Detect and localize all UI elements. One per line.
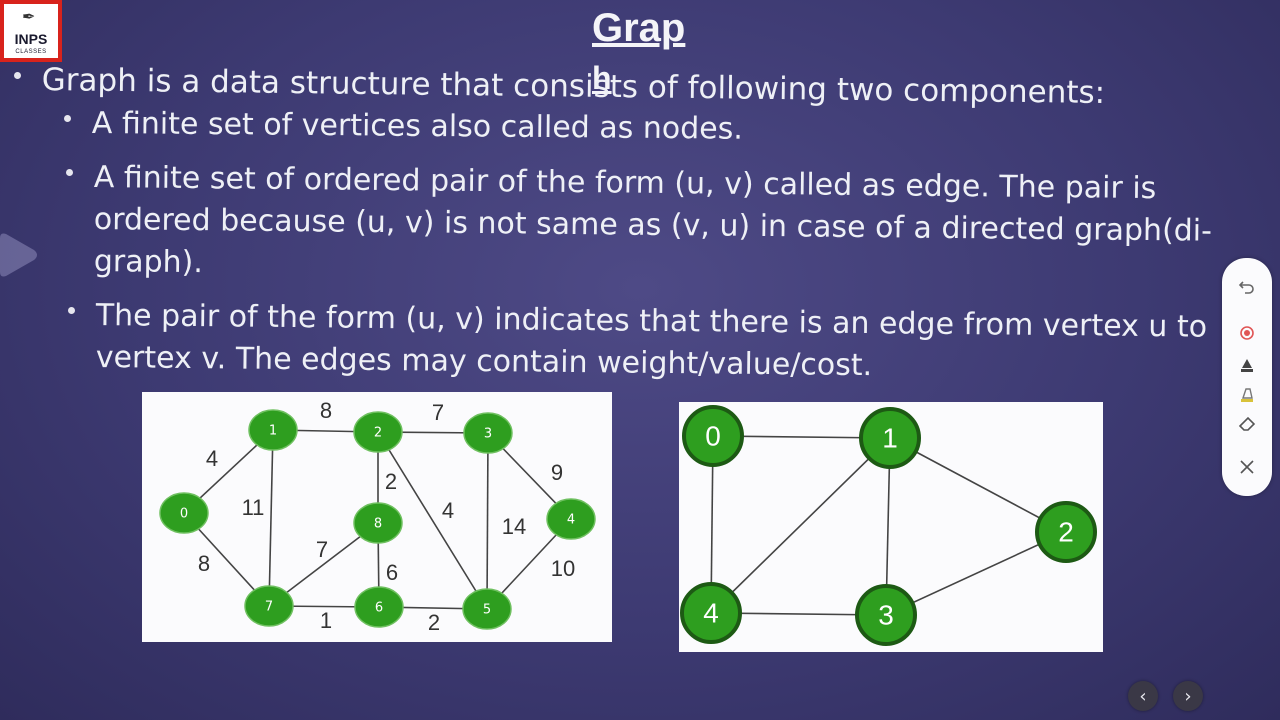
edge-weight-label: 6	[386, 560, 398, 585]
inps-logo: ✒ INPS CLASSES	[0, 0, 62, 62]
next-slide-button[interactable]: ›	[1173, 681, 1203, 711]
logo-subtitle: CLASSES	[15, 49, 47, 55]
sub-bullet-dot	[68, 307, 75, 314]
logo-panel: ✒ INPS CLASSES	[4, 4, 58, 58]
edge-weight-label: 7	[316, 537, 328, 562]
sub-bullet-dot	[66, 169, 73, 176]
bullet-text-graph-definition: Graph is a data structure that consists …	[41, 62, 1106, 111]
undo-icon[interactable]	[1232, 272, 1262, 302]
record-icon[interactable]	[1232, 318, 1262, 348]
graph-node-label: 0	[705, 420, 721, 451]
sub-bullet-dot	[64, 115, 71, 122]
close-icon[interactable]	[1232, 452, 1262, 482]
sub-bullet-text-weights-line2: vertex v. The edges may contain weight/v…	[95, 340, 873, 384]
edge-weight-label: 4	[442, 498, 454, 523]
annotation-toolbar	[1222, 258, 1272, 496]
edge-weight-label: 14	[502, 514, 526, 539]
graph-node-label: 2	[1058, 516, 1074, 547]
bullet-dot	[14, 72, 21, 79]
highlighter-icon[interactable]	[1232, 380, 1262, 410]
previous-slide-button[interactable]: ‹	[1128, 681, 1158, 711]
graph-node-label: 3	[878, 599, 894, 630]
graph-edge-1-4	[710, 437, 891, 614]
sub-bullet-text-edges-line1: A finite set of ordered pair of the form…	[93, 160, 1157, 207]
edge-weight-label: 11	[242, 495, 265, 520]
graph-node-label: 2	[374, 426, 382, 441]
graph-node-label: 4	[567, 513, 575, 528]
weighted-graph-svg: 4 8 7 9 8 11 2 4 14 10 7 6 1 2 0 1 2 3 4 5 6 7 8	[159, 398, 596, 635]
graph-edge-3-5	[486, 432, 489, 610]
edge-weight-label: 8	[320, 398, 332, 423]
weighted-graph-figure: 4 8 7 9 8 11 2 4 14 10 7 6 1 2 0 1 2 3 4 5 6 7 8	[142, 392, 612, 642]
edge-weight-label: 2	[385, 469, 397, 494]
graph-node-label: 5	[483, 603, 491, 618]
slide-title: Grap	[592, 6, 686, 50]
sub-bullet-text-edges-line3: graph).	[93, 244, 204, 281]
edge-weight-label: 9	[551, 460, 563, 485]
pen-nib-icon: ✒	[22, 7, 36, 26]
logo-name: INPS	[14, 31, 48, 47]
graph-node-label: 7	[265, 600, 273, 615]
pen-icon[interactable]	[1232, 350, 1262, 380]
graph-node-label: 8	[374, 517, 382, 532]
edge-weight-label: 8	[198, 551, 210, 576]
sub-bullet-text-weights-line1: The pair of the form (u, v) indicates th…	[95, 298, 1208, 345]
graph-edge-1-7	[268, 429, 274, 607]
eraser-icon[interactable]	[1232, 408, 1262, 438]
edge-weight-label: 7	[432, 400, 444, 425]
edge-weight-label: 10	[551, 556, 575, 581]
graph-node-label: 1	[882, 422, 898, 453]
play-icon[interactable]	[0, 232, 40, 278]
sub-bullet-text-edges-line2: ordered because (u, v) is not same as (v…	[93, 202, 1213, 249]
graph-node-label: 1	[269, 424, 277, 439]
unweighted-graph-figure: 0 1 2 3 4	[679, 402, 1103, 652]
sub-bullet-text-vertices: A finite set of vertices also called as …	[91, 106, 744, 147]
graph-node-label: 3	[484, 427, 492, 442]
edge-weight-label: 4	[206, 446, 218, 471]
unweighted-graph-svg: 0 1 2 3 4	[680, 405, 1097, 646]
graph-node-label: 4	[703, 597, 719, 628]
edge-weight-label: 1	[320, 608, 332, 633]
graph-node-label: 0	[180, 507, 188, 522]
graph-node-label: 6	[375, 601, 383, 616]
edge-weight-label: 2	[428, 610, 440, 635]
